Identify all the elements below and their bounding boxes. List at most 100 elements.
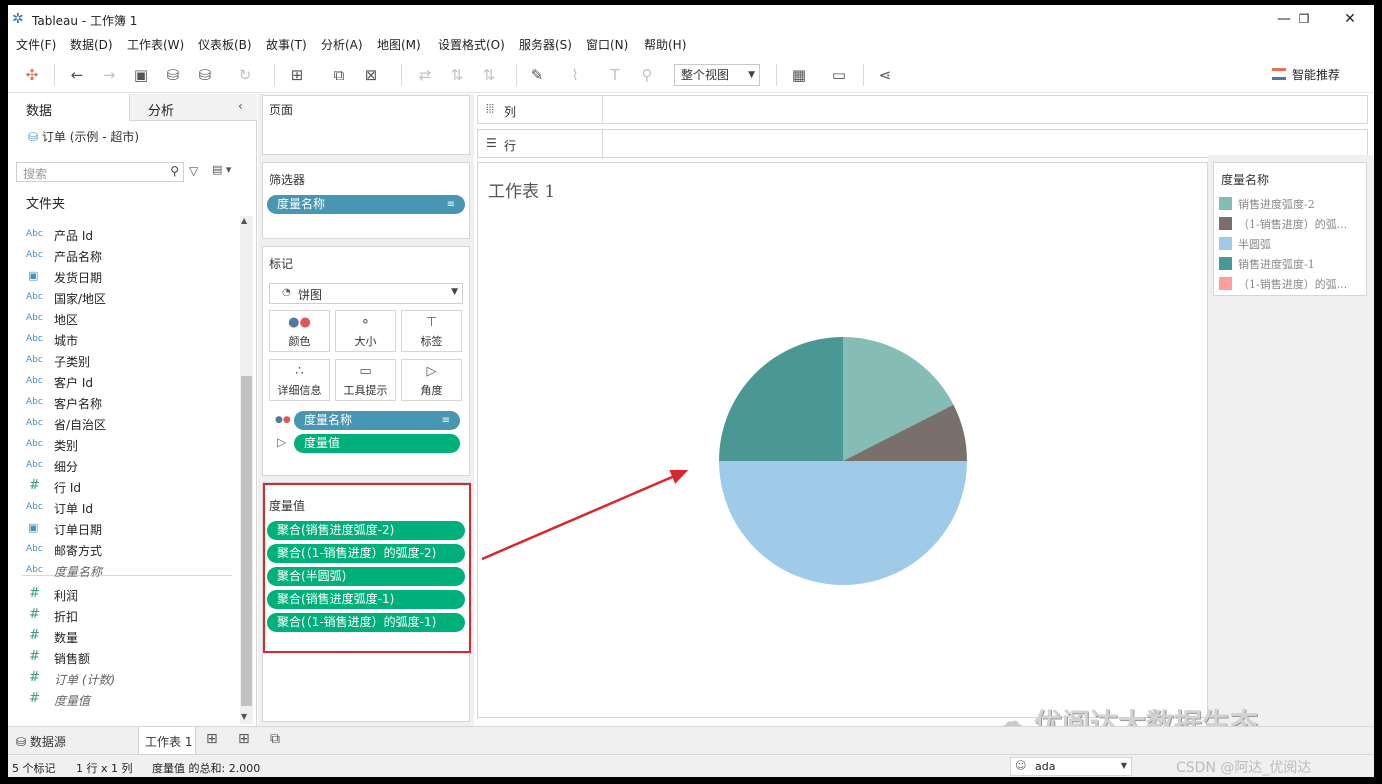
legend-item[interactable]: 销售进度弧度-2 [1219, 195, 1365, 213]
field-item[interactable]: Abc 产品 Id [26, 225, 226, 246]
new-dashboard-icon[interactable]: ⊞ [238, 731, 250, 747]
field-item[interactable]: Abc 细分 [26, 456, 226, 477]
legend-item[interactable]: 半圆弧 [1219, 235, 1365, 253]
menu-map[interactable]: 地图(M) [377, 36, 421, 53]
field-list-scrollbar[interactable]: ▲ ▼ [240, 216, 253, 724]
field-item[interactable]: Abc 省/自治区 [26, 414, 226, 435]
filter-pill[interactable]: 度量名称 ≡ [267, 195, 465, 214]
tab-datasource[interactable]: ⛁ 数据源 [16, 733, 66, 750]
field-item[interactable]: # 订单 (计数) [26, 669, 226, 690]
menu-server[interactable]: 服务器(S) [519, 36, 572, 53]
sort-ascending-icon[interactable]: ⇅ [446, 65, 468, 85]
show-cards-icon[interactable]: ▦ [788, 65, 810, 85]
menu-worksheet[interactable]: 工作表(W) [127, 36, 184, 53]
tab-sheet1[interactable]: 工作表 1 [138, 727, 196, 755]
field-item[interactable]: Abc 产品名称 [26, 246, 226, 267]
user-menu[interactable]: ☺ ada ▼ [1010, 757, 1132, 776]
label-button[interactable]: ⊤ 标签 [401, 310, 462, 352]
field-item[interactable]: # 折扣 [26, 606, 226, 627]
menu-help[interactable]: 帮助(H) [644, 36, 686, 53]
pause-autoupdate-icon[interactable]: ⛁ [194, 65, 216, 85]
size-button[interactable]: ⚬ 大小 [335, 310, 396, 352]
clear-sheet-icon[interactable]: ⊠ [360, 65, 382, 85]
show-me-button[interactable]: 智能推荐 [1272, 66, 1340, 83]
filter-fields-icon[interactable]: ▽ [189, 164, 198, 178]
legend-item[interactable]: （1-销售进度）的弧... [1219, 215, 1365, 233]
field-item[interactable]: Abc 类别 [26, 435, 226, 456]
pages-card[interactable]: 页面 [262, 95, 470, 155]
menu-story[interactable]: 故事(T) [266, 36, 307, 53]
field-item[interactable]: Abc 客户 Id [26, 372, 226, 393]
pie-slice[interactable] [719, 337, 843, 461]
field-item[interactable]: Abc 城市 [26, 330, 226, 351]
datasource-item[interactable]: ⛁ 订单 (示例 - 超市) [28, 128, 139, 145]
field-item[interactable]: # 销售额 [26, 648, 226, 669]
field-item[interactable]: Abc 邮寄方式 [26, 540, 226, 561]
duplicate-sheet-icon[interactable]: ⧉ [328, 65, 350, 85]
field-item[interactable]: Abc 客户名称 [26, 393, 226, 414]
tableau-start-icon[interactable]: ✣ [21, 65, 43, 85]
new-worksheet-icon[interactable]: ⊞ [206, 731, 218, 747]
collapse-pane-icon[interactable]: ‹ [238, 99, 243, 113]
detail-button[interactable]: ∴ 详细信息 [269, 359, 330, 401]
presentation-mode-icon[interactable]: ▭ [828, 65, 850, 85]
menu-format[interactable]: 设置格式(O) [438, 36, 505, 53]
sort-descending-icon[interactable]: ⇅ [478, 65, 500, 85]
filters-card[interactable]: 筛选器 度量名称 ≡ [262, 162, 470, 239]
field-item[interactable]: Abc 子类别 [26, 351, 226, 372]
redo-icon[interactable]: → [98, 65, 120, 85]
color-button[interactable]: ●● 颜色 [269, 310, 330, 352]
tab-data[interactable]: 数据 [8, 94, 129, 121]
columns-shelf[interactable]: ⦙⦙⦙ 列 [477, 95, 1368, 124]
legend-item[interactable]: （1-销售进度）的弧... [1219, 275, 1365, 293]
fix-axes-icon[interactable]: ⚲ [636, 65, 658, 85]
field-item[interactable]: Abc 度量名称 [26, 561, 226, 582]
new-datasource-icon[interactable]: ⛁ [162, 65, 184, 85]
field-item[interactable]: # 度量值 [26, 690, 226, 711]
group-members-icon[interactable]: ⌇ [564, 65, 586, 85]
mark-type-select[interactable]: ◔ 饼图 ▼ [269, 283, 463, 304]
marks-pill-measure-values[interactable]: 度量值 [294, 434, 460, 453]
highlight-icon[interactable]: ✎ [526, 65, 548, 85]
field-item[interactable]: ▣ 发货日期 [26, 267, 226, 288]
tooltip-button[interactable]: ▭ 工具提示 [335, 359, 396, 401]
scrollbar-thumb[interactable] [241, 376, 252, 706]
field-item[interactable]: Abc 国家/地区 [26, 288, 226, 309]
rows-shelf[interactable]: ☰ 行 [477, 129, 1368, 158]
field-item[interactable]: Abc 订单 Id [26, 498, 226, 519]
field-item[interactable]: Abc 地区 [26, 309, 226, 330]
new-worksheet-icon[interactable]: ⊞ [286, 65, 308, 85]
save-icon[interactable]: ▣ [130, 65, 152, 85]
search-input[interactable]: 搜索 ⚲ [16, 162, 184, 182]
maximize-button[interactable]: ❐ [1284, 8, 1324, 30]
menu-file[interactable]: 文件(F) [16, 36, 56, 53]
color-legend[interactable]: 度量名称 销售进度弧度-2 （1-销售进度）的弧... 半圆弧 销售进度弧度-1… [1213, 162, 1367, 296]
scroll-up-icon[interactable]: ▲ [241, 216, 247, 225]
legend-item[interactable]: 销售进度弧度-1 [1219, 255, 1365, 273]
field-item[interactable]: # 利润 [26, 585, 226, 606]
show-mark-labels-icon[interactable]: T [604, 65, 626, 85]
pie-slice[interactable] [719, 461, 967, 585]
menu-dashboard[interactable]: 仪表板(B) [198, 36, 252, 53]
string-field-icon: Abc [26, 439, 43, 449]
view-options-icon[interactable]: ▤ ▾ [212, 163, 231, 176]
field-item[interactable]: ▣ 订单日期 [26, 519, 226, 540]
marks-pill-measure-names[interactable]: 度量名称 ≡ [294, 411, 460, 430]
share-icon[interactable]: ⋖ [874, 65, 896, 85]
field-item[interactable]: # 数量 [26, 627, 226, 648]
close-button[interactable]: ✕ [1330, 8, 1370, 30]
menu-data[interactable]: 数据(D) [70, 36, 113, 53]
undo-icon[interactable]: ← [66, 65, 88, 85]
menu-window[interactable]: 窗口(N) [586, 36, 628, 53]
new-story-icon[interactable]: ⧉ [270, 731, 280, 747]
fit-view-select[interactable]: 整个视图 ▼ [674, 64, 760, 86]
menu-analysis[interactable]: 分析(A) [321, 36, 363, 53]
scroll-down-icon[interactable]: ▼ [241, 712, 247, 721]
field-item[interactable]: # 行 Id [26, 477, 226, 498]
refresh-icon[interactable]: ↻ [234, 65, 256, 85]
swap-rows-columns-icon[interactable]: ⇄ [414, 65, 436, 85]
pie-chart[interactable] [478, 163, 1209, 719]
worksheet-view[interactable]: 工作表 1 [477, 162, 1208, 718]
angle-button[interactable]: ▷ 角度 [401, 359, 462, 401]
string-field-icon: Abc [26, 229, 43, 239]
